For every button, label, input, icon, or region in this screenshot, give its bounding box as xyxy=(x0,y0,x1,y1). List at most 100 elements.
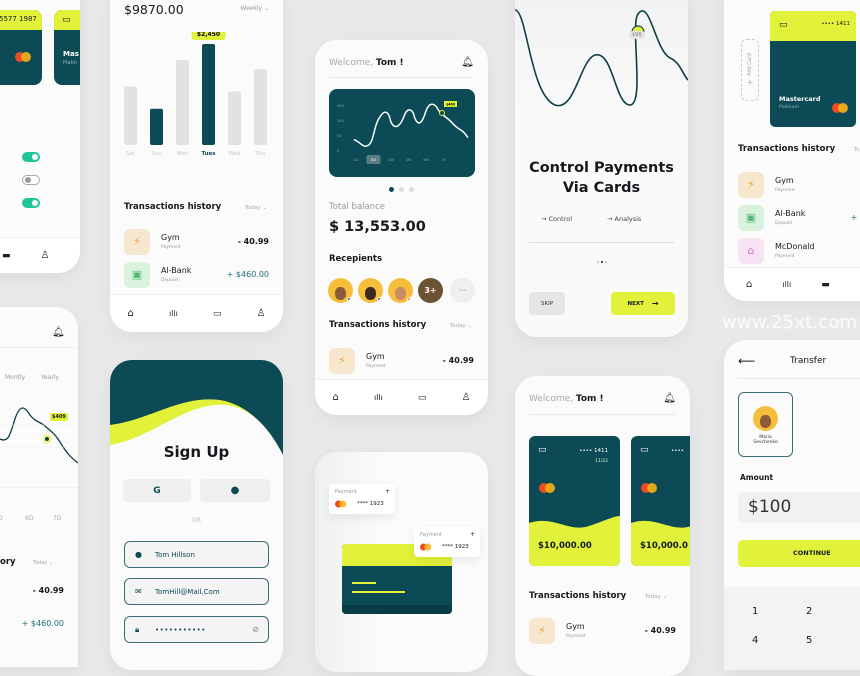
tab-yearly[interactable]: Yearly xyxy=(41,374,59,381)
key-5[interactable]: 5 xyxy=(806,635,812,646)
google-signin-button[interactable]: G xyxy=(123,479,191,502)
toggle-2[interactable] xyxy=(22,175,40,185)
range-tab-2m[interactable]: 2M xyxy=(406,158,411,162)
card-partial-1[interactable]: 5577 1987 xyxy=(0,10,42,85)
transfer-screen: ⟵ Transfer Maria Sevchenko Amount $100 C… xyxy=(724,340,860,670)
transaction-row[interactable]: ⌂McDonaldPayment- xyxy=(738,234,860,267)
transaction-row[interactable]: ⚡ Gym Payment - 40.99 xyxy=(329,344,474,377)
transaction-row[interactable]: ⚡ Gym Payment - 40.99 xyxy=(124,225,269,258)
mastercard-card[interactable]: ▭ •••• 1411 Mastercard Platinum xyxy=(770,11,856,127)
recipient-card[interactable]: Maria Sevchenko xyxy=(738,392,793,457)
bar-thu[interactable] xyxy=(254,69,267,145)
wallet-card[interactable]: ▭ •••• 1411 11/22 $10,000.00 xyxy=(529,436,620,566)
key-4[interactable]: 4 xyxy=(752,635,758,646)
password-field[interactable]: 🔒︎ ••••••••••• ⊘ xyxy=(124,616,269,643)
recipient-avatar[interactable] xyxy=(328,278,353,303)
bar-mon[interactable] xyxy=(176,60,189,145)
tab-monthly[interactable]: Montly xyxy=(5,374,25,381)
nav-card-icon[interactable]: ▬ xyxy=(821,280,830,290)
filter-dropdown[interactable]: Today ⌄ xyxy=(645,594,667,600)
transaction-row[interactable]: ▣Al-BankDeposit+ $4 xyxy=(738,201,860,234)
cards-screen: Add Card + ▭ •••• 1411 Mastercard Platin… xyxy=(724,0,860,301)
feature-control: → Control xyxy=(541,215,573,223)
recipient-avatar[interactable] xyxy=(388,278,413,303)
card-partial-2[interactable]: ▭ Mas Platin xyxy=(54,10,80,85)
name-field[interactable]: ● Tom Hillson xyxy=(124,541,269,568)
transactions-title: ory xyxy=(0,557,16,567)
eye-off-icon[interactable]: ⊘ xyxy=(252,625,259,634)
key-2[interactable]: 2 xyxy=(806,606,812,617)
amount-label: Amount xyxy=(740,473,774,482)
nav-home-icon[interactable]: ⌂ xyxy=(128,308,134,319)
filter-dropdown[interactable]: Today ⌄ xyxy=(245,205,267,211)
nav-stats-icon[interactable]: ıllı xyxy=(169,309,178,318)
toggle-3[interactable] xyxy=(22,198,40,208)
nav-stats-icon[interactable]: ıllı xyxy=(374,393,383,402)
card-tier: Platinum xyxy=(779,105,799,110)
bell-icon[interactable]: 🔔︎ xyxy=(461,57,474,68)
amount-input[interactable]: $100 xyxy=(738,492,860,523)
range-tab-1d[interactable]: 1D xyxy=(354,158,359,162)
nav-card-icon[interactable]: ▭ xyxy=(213,309,222,319)
nav-card-icon[interactable]: ▬ xyxy=(2,251,11,261)
tx-name: Al-Bank xyxy=(161,266,192,275)
onboarding-tooltip: $98 xyxy=(629,31,645,39)
toggle-1[interactable] xyxy=(22,152,40,162)
filter-dropdown[interactable]: Today ⌄ xyxy=(33,560,53,566)
email-field[interactable]: ✉ TomHill@Mail.Com xyxy=(124,578,269,605)
filter-dropdown[interactable]: Today ⌄ xyxy=(450,323,472,329)
bell-icon[interactable]: 🔔︎ xyxy=(52,327,65,338)
weekly-total: $9870.00 xyxy=(124,2,184,17)
skip-button[interactable]: SKIP xyxy=(529,292,565,315)
range-tab-5d[interactable]: 5D xyxy=(371,158,376,162)
y-tick-label: 100 xyxy=(337,119,344,123)
nav-card-icon[interactable]: ▭ xyxy=(418,393,427,403)
card-chip-icon: ▭ xyxy=(538,445,547,455)
nav-profile-icon[interactable]: ♙ xyxy=(41,250,50,261)
recipient-more[interactable]: 3+ xyxy=(418,278,443,303)
bar-sat[interactable] xyxy=(124,86,137,145)
range-tab-6m[interactable]: 6M xyxy=(423,158,428,162)
tx-amount: + $460.00 xyxy=(21,619,64,628)
transaction-row[interactable]: ⚡ Gym Payment - 40.99 xyxy=(529,614,676,647)
add-card-button[interactable]: Add Card + xyxy=(741,39,759,101)
bar-wed[interactable] xyxy=(228,91,241,145)
nav-home-icon[interactable]: ⌂ xyxy=(746,279,752,290)
balance-line xyxy=(353,103,469,147)
bar-sun[interactable] xyxy=(150,108,163,145)
wallet-card[interactable]: ▭ •••• $10,000.0 xyxy=(631,436,690,566)
transaction-row[interactable]: ▣ Al-Bank Deposit + $460.00 xyxy=(124,258,269,291)
weekly-bar-chart: Sat Sun Mon Tues Wed Thu $2,450 xyxy=(124,32,267,157)
chart-tooltip: $409 xyxy=(50,413,68,421)
next-button[interactable]: NEXT → xyxy=(611,292,675,315)
period-dropdown[interactable]: Weekly ⌄ xyxy=(240,5,269,12)
period-label: Weekly xyxy=(240,5,263,12)
nav-profile-icon[interactable]: ♙ xyxy=(461,392,470,403)
recipient-last-name: Sevchenko xyxy=(753,440,778,445)
recipients-title: Recepients xyxy=(329,254,383,264)
nav-stats-icon[interactable]: ıllı xyxy=(782,280,791,289)
tx-type: Deposit xyxy=(161,278,179,283)
bar-tues[interactable] xyxy=(202,44,215,146)
range-tab-1w[interactable]: 1W xyxy=(388,158,394,162)
y-tick-label: 500 xyxy=(337,104,344,108)
card-balance: $10,000.0 xyxy=(640,541,688,551)
tx-type: Payment xyxy=(161,245,181,250)
payment-chip-2: Payment + **** 1923 xyxy=(414,527,480,557)
bell-icon[interactable]: 🔔︎ xyxy=(663,393,676,404)
nav-home-icon[interactable]: ⌂ xyxy=(333,392,339,403)
range-tab-1y[interactable]: 1Y xyxy=(441,158,446,162)
shopping-bag-icon: ⌂ xyxy=(738,237,764,264)
transaction-row[interactable]: ⚡GymPayment- xyxy=(738,168,860,201)
more-button[interactable]: ··· xyxy=(450,278,475,303)
key-1[interactable]: 1 xyxy=(752,606,758,617)
continue-button[interactable]: CONTINUE xyxy=(738,540,860,567)
mastercard-icon xyxy=(420,543,432,551)
apple-signin-button[interactable]: ● xyxy=(200,479,270,502)
recipient-avatar[interactable] xyxy=(358,278,383,303)
nav-profile-icon[interactable]: ♙ xyxy=(256,308,265,319)
feature-analysis: → Analysis xyxy=(607,215,642,223)
filter-dropdown[interactable]: To xyxy=(854,147,859,153)
mastercard-icon xyxy=(539,483,555,493)
back-arrow-icon[interactable]: ⟵ xyxy=(738,354,755,368)
